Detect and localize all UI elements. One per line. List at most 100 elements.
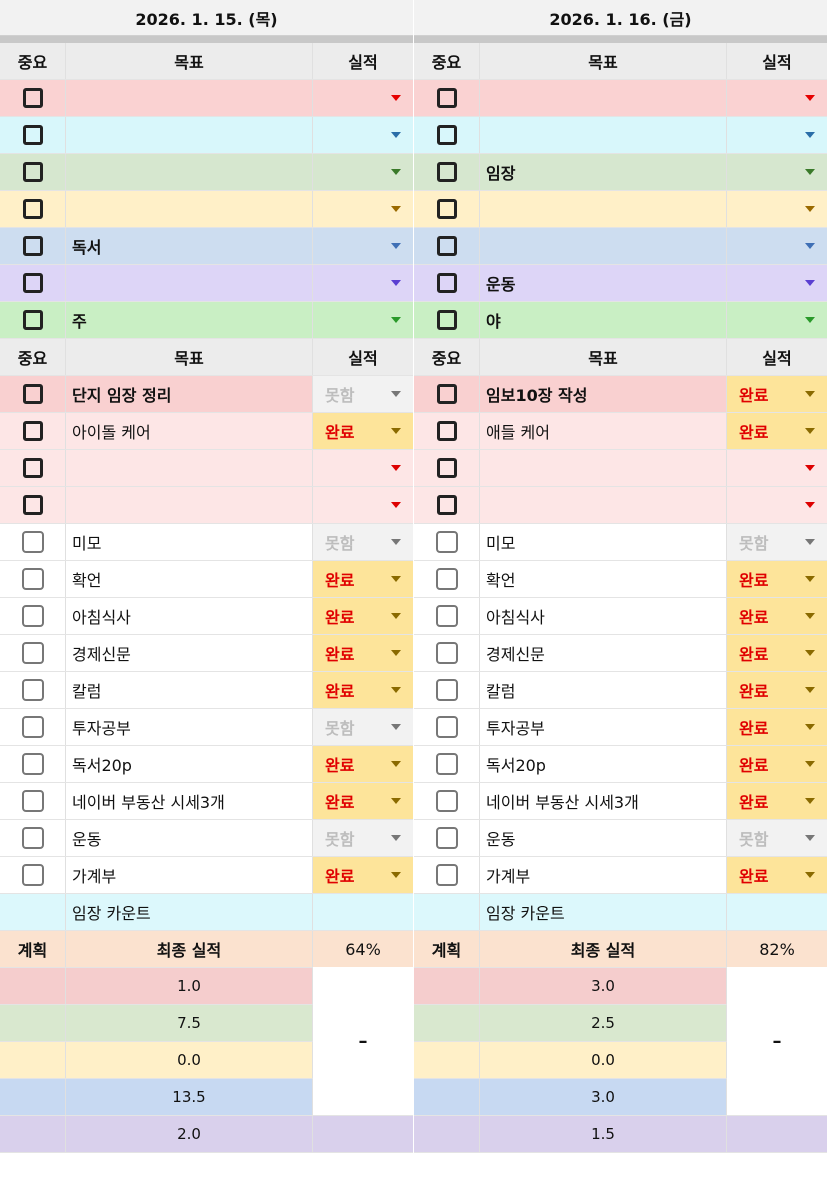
- task-text[interactable]: 독서20p: [480, 746, 727, 782]
- result-dropdown[interactable]: 완료: [313, 746, 413, 782]
- task-text[interactable]: [66, 450, 313, 486]
- dropdown-arrow-icon[interactable]: [391, 391, 401, 397]
- checkbox[interactable]: [436, 125, 457, 145]
- dropdown-arrow-icon[interactable]: [391, 132, 401, 138]
- task-text[interactable]: 임보10장 작성: [480, 376, 727, 412]
- checkbox[interactable]: [436, 236, 457, 256]
- dropdown-arrow-icon[interactable]: [391, 798, 401, 804]
- checkbox[interactable]: [435, 864, 458, 886]
- checkbox[interactable]: [22, 421, 43, 441]
- dropdown-arrow-icon[interactable]: [805, 95, 815, 101]
- checkbox[interactable]: [436, 88, 457, 108]
- task-text[interactable]: 네이버 부동산 시세3개: [480, 783, 727, 819]
- checkbox[interactable]: [21, 753, 44, 775]
- checkbox[interactable]: [22, 125, 43, 145]
- dropdown-arrow-icon[interactable]: [391, 687, 401, 693]
- dropdown-arrow-icon[interactable]: [391, 613, 401, 619]
- result-dropdown[interactable]: 완료: [727, 635, 827, 671]
- result-dropdown[interactable]: [727, 80, 827, 116]
- goal-text[interactable]: 임장: [480, 154, 727, 190]
- result-dropdown[interactable]: 완료: [313, 857, 413, 893]
- checkbox[interactable]: [435, 827, 458, 849]
- dropdown-arrow-icon[interactable]: [805, 169, 815, 175]
- result-dropdown[interactable]: 완료: [727, 598, 827, 634]
- checkbox[interactable]: [22, 495, 43, 515]
- dropdown-arrow-icon[interactable]: [805, 206, 815, 212]
- result-dropdown[interactable]: 완료: [727, 746, 827, 782]
- result-dropdown[interactable]: 완료: [727, 783, 827, 819]
- task-text[interactable]: 투자공부: [480, 709, 727, 745]
- task-text[interactable]: 독서20p: [66, 746, 313, 782]
- result-dropdown[interactable]: [727, 487, 827, 523]
- result-dropdown[interactable]: [727, 450, 827, 486]
- result-dropdown[interactable]: [727, 265, 827, 301]
- checkbox[interactable]: [21, 605, 44, 627]
- goal-text[interactable]: [480, 191, 727, 227]
- task-text[interactable]: 단지 임장 정리: [66, 376, 313, 412]
- checkbox[interactable]: [435, 568, 458, 590]
- checkbox[interactable]: [22, 310, 43, 330]
- task-text[interactable]: 칼럼: [66, 672, 313, 708]
- result-dropdown[interactable]: 못함: [727, 820, 827, 856]
- result-dropdown[interactable]: 완료: [727, 561, 827, 597]
- checkbox[interactable]: [436, 458, 457, 478]
- goal-text[interactable]: [66, 191, 313, 227]
- dropdown-arrow-icon[interactable]: [391, 761, 401, 767]
- checkbox[interactable]: [21, 827, 44, 849]
- count-value[interactable]: [313, 894, 413, 930]
- result-dropdown[interactable]: 못함: [313, 709, 413, 745]
- checkbox[interactable]: [436, 495, 457, 515]
- checkbox[interactable]: [435, 790, 458, 812]
- checkbox[interactable]: [436, 162, 457, 182]
- checkbox[interactable]: [22, 273, 43, 293]
- checkbox[interactable]: [22, 384, 43, 404]
- result-dropdown[interactable]: [727, 228, 827, 264]
- dropdown-arrow-icon[interactable]: [805, 391, 815, 397]
- dropdown-arrow-icon[interactable]: [805, 465, 815, 471]
- dropdown-arrow-icon[interactable]: [805, 798, 815, 804]
- dropdown-arrow-icon[interactable]: [391, 539, 401, 545]
- checkbox[interactable]: [435, 531, 458, 553]
- result-dropdown[interactable]: [313, 117, 413, 153]
- result-dropdown[interactable]: [313, 302, 413, 338]
- result-dropdown[interactable]: 완료: [313, 783, 413, 819]
- checkbox[interactable]: [435, 679, 458, 701]
- expense-value[interactable]: –: [727, 967, 827, 1115]
- dropdown-arrow-icon[interactable]: [391, 243, 401, 249]
- goal-text[interactable]: [66, 80, 313, 116]
- count-value[interactable]: [727, 894, 827, 930]
- checkbox[interactable]: [21, 642, 44, 664]
- result-dropdown[interactable]: [313, 228, 413, 264]
- result-dropdown[interactable]: 완료: [313, 635, 413, 671]
- dropdown-arrow-icon[interactable]: [391, 650, 401, 656]
- result-dropdown[interactable]: [313, 191, 413, 227]
- dropdown-arrow-icon[interactable]: [805, 835, 815, 841]
- checkbox[interactable]: [22, 162, 43, 182]
- checkbox[interactable]: [21, 568, 44, 590]
- goal-text[interactable]: 운동: [480, 265, 727, 301]
- dropdown-arrow-icon[interactable]: [805, 428, 815, 434]
- checkbox[interactable]: [21, 790, 44, 812]
- result-dropdown[interactable]: [313, 450, 413, 486]
- task-text[interactable]: 미모: [480, 524, 727, 560]
- checkbox[interactable]: [436, 384, 457, 404]
- checkbox[interactable]: [435, 605, 458, 627]
- checkbox[interactable]: [21, 531, 44, 553]
- result-dropdown[interactable]: [313, 154, 413, 190]
- dropdown-arrow-icon[interactable]: [391, 835, 401, 841]
- task-text[interactable]: 네이버 부동산 시세3개: [66, 783, 313, 819]
- task-text[interactable]: 경제신문: [66, 635, 313, 671]
- dropdown-arrow-icon[interactable]: [391, 465, 401, 471]
- checkbox[interactable]: [21, 679, 44, 701]
- dropdown-arrow-icon[interactable]: [805, 576, 815, 582]
- task-text[interactable]: 가계부: [66, 857, 313, 893]
- goal-text[interactable]: [480, 228, 727, 264]
- checkbox[interactable]: [436, 199, 457, 219]
- result-dropdown[interactable]: 못함: [313, 820, 413, 856]
- result-dropdown[interactable]: 완료: [313, 598, 413, 634]
- result-dropdown[interactable]: [313, 487, 413, 523]
- task-text[interactable]: 칼럼: [480, 672, 727, 708]
- checkbox[interactable]: [22, 199, 43, 219]
- result-dropdown[interactable]: [727, 117, 827, 153]
- result-dropdown[interactable]: 못함: [727, 524, 827, 560]
